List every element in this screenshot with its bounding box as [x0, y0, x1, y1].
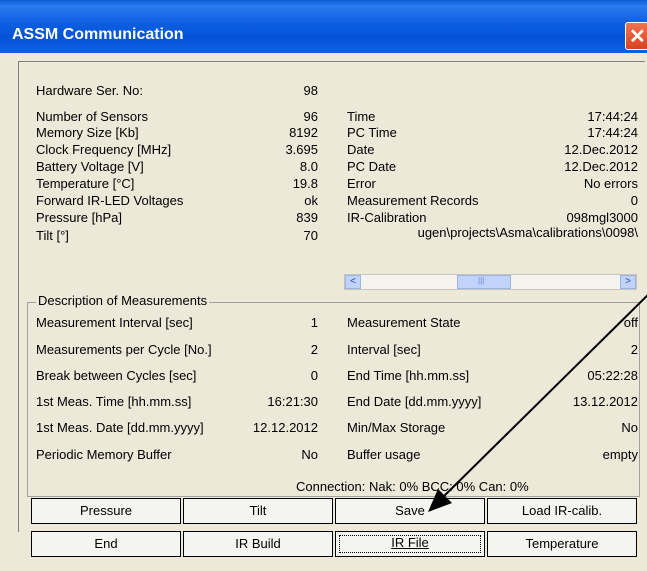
annotation-arrow-line	[439, 294, 647, 501]
annotation-arrow	[428, 294, 647, 512]
assm-communication-window: ASSM Communication ✕ Hardware Ser. No: 9…	[0, 0, 647, 571]
